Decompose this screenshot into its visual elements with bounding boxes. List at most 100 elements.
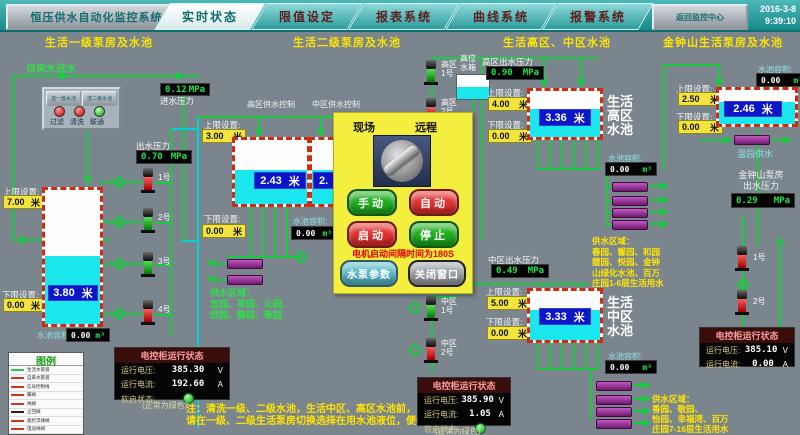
lower-limit-setpoint[interactable]: 0.00米	[3, 298, 44, 312]
outlet-pressure-value: 0.70	[141, 152, 163, 162]
pump-label: 1号	[158, 174, 176, 183]
tab-alarm-system[interactable]: 报警系统	[542, 3, 654, 30]
pump-label: 4号	[158, 306, 176, 315]
pipe	[214, 279, 227, 281]
elevated-tank	[456, 74, 490, 100]
hmi-screen: 恒压供水自动化监控系统 实时状态 限值设定 报表系统 曲线系统 报警系统 返回监…	[0, 0, 800, 435]
select-pool2-button[interactable]: 选二级水池	[82, 91, 117, 106]
lower-limit-setpoint[interactable]: 0.00米	[487, 326, 531, 340]
pipe	[227, 256, 302, 258]
unit: 米	[574, 309, 585, 325]
valve-icon	[112, 175, 126, 189]
pipe	[561, 137, 563, 168]
supply-area-list: 供水区域： 香园、敬园、 怡园、幸福湾、百万 庄园7-16层生活用水	[652, 394, 729, 434]
pipe	[262, 207, 264, 256]
volume-value: 0.00	[761, 76, 780, 85]
stop-button[interactable]: 停止	[409, 221, 459, 248]
auto-button[interactable]: 自动	[409, 189, 459, 216]
section-title-pump1: 生活一级泵房及水池	[45, 34, 153, 50]
unit: 米	[762, 101, 773, 117]
pipe	[573, 137, 575, 168]
mode-selector-switch[interactable]	[373, 135, 431, 187]
lower-limit-setpoint[interactable]: 0.00米	[488, 129, 532, 143]
flow-meter-icon	[612, 196, 648, 206]
pipe	[537, 168, 599, 170]
legend-symbol	[11, 369, 24, 371]
pipe	[597, 137, 599, 168]
pump-label: 2号	[753, 298, 771, 307]
legend-item: 止回阀	[27, 409, 41, 415]
pump-params-button[interactable]: 水泵参数	[340, 260, 398, 287]
unit: m³	[642, 363, 652, 372]
pipe	[455, 283, 588, 285]
pipe	[648, 185, 660, 187]
flow-arrow-icon	[84, 176, 92, 185]
setpoint-value: 5.00	[491, 298, 509, 308]
pipe	[585, 340, 587, 368]
level-value: 2.43	[260, 175, 281, 187]
pressure-value: 0.49	[496, 266, 518, 276]
select-pool1-button[interactable]: 选一级水池	[46, 91, 81, 106]
wash-lamp-icon	[74, 106, 85, 117]
time: 9:39:10	[740, 15, 796, 27]
pump-icon-jzs2[interactable]	[735, 290, 749, 315]
pump-icon-2[interactable]	[141, 208, 155, 233]
unit: m³	[95, 331, 105, 340]
supply-area-list: 供水区域： 春园、馨园、和园 馥园、悦园、金钟 山绿化水池、百万 庄园1-6层生…	[592, 236, 664, 289]
motor-interval-note: 电机启动间隔时间为180S	[336, 247, 470, 260]
flow-arrow-icon	[642, 381, 651, 389]
pipe	[648, 211, 660, 213]
button-label: 手动	[358, 195, 386, 211]
pool1-level-display: 3.80米	[48, 285, 98, 301]
legend-symbol	[11, 403, 24, 405]
row-label: 运行电流:	[424, 409, 468, 420]
pump-icon-jzs1[interactable]	[735, 246, 749, 271]
pipe	[250, 207, 252, 256]
upper-limit-setpoint[interactable]: 7.00米	[3, 195, 44, 209]
pump-icon-3[interactable]	[141, 252, 155, 277]
pipe	[606, 168, 608, 224]
tab-report-system[interactable]: 报表系统	[348, 3, 460, 30]
pump-icon-4[interactable]	[141, 300, 155, 325]
pump-label: 2号	[158, 214, 176, 223]
inlet-pressure-label: 进水压力	[160, 95, 194, 107]
pool1-tank	[42, 187, 103, 327]
unit: MPa	[523, 68, 539, 78]
close-window-button[interactable]: 关闭窗口	[408, 260, 466, 287]
tab-realtime-status[interactable]: 实时状态	[154, 3, 266, 30]
remote-mode-label: 远程	[415, 119, 437, 135]
unit: 米	[31, 299, 40, 312]
row-unit: A	[492, 410, 504, 419]
jzs-level-display: 2.46 米	[724, 101, 782, 117]
upper-limit-setpoint[interactable]: 4.00米	[488, 97, 532, 111]
level-value: 2.46	[733, 103, 754, 115]
flow-meter-icon	[612, 220, 648, 230]
pipe	[757, 127, 759, 135]
pipe	[632, 384, 642, 386]
tab-limit-setting[interactable]: 限值设定	[251, 3, 363, 30]
legend-item: 闸阀	[27, 401, 36, 407]
pump-icon-mid1[interactable]	[424, 296, 438, 321]
unit: 米	[574, 110, 585, 126]
manual-button[interactable]: 手动	[347, 189, 397, 216]
tab-curve-system[interactable]: 曲线系统	[445, 3, 557, 30]
pipe	[549, 340, 551, 368]
cabinet-title: 电控柜运行状态	[700, 328, 794, 343]
connect-lamp-icon	[94, 106, 105, 117]
flow-arrow-icon	[577, 79, 585, 88]
return-button-label: 返回监控中心	[676, 12, 724, 23]
pump-icon-1[interactable]	[141, 168, 155, 193]
pipe	[573, 340, 575, 368]
jzs-outlet-pressure-display: 0.29MPa	[731, 193, 795, 208]
unit: MPa	[528, 266, 544, 276]
unit: MPa	[774, 196, 790, 206]
upper-limit-setpoint[interactable]: 5.00米	[487, 296, 531, 310]
start-button[interactable]: 启动	[347, 221, 397, 248]
unit: MPa	[189, 85, 205, 95]
pump-icon-high1[interactable]	[424, 60, 438, 85]
return-button[interactable]: 返回监控中心	[652, 4, 748, 30]
pool-volume-display: 0.00m³	[756, 73, 800, 87]
lower-limit-setpoint[interactable]: 0.00米	[202, 224, 246, 238]
pump-icon-mid2[interactable]	[424, 338, 438, 363]
tab-label: 限值设定	[279, 8, 335, 25]
